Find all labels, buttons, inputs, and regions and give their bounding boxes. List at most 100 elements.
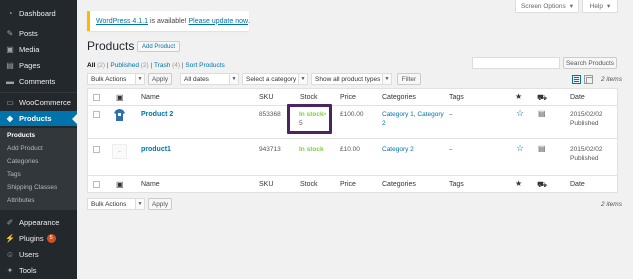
comment-icon: ▬ — [6, 77, 14, 86]
date-cell: 2015/02/02 — [570, 146, 603, 153]
sidebar-item-media[interactable]: ▣ Media — [0, 42, 77, 57]
price-cell: £10.00 — [340, 146, 360, 153]
caret-down-icon: ▾ — [569, 3, 574, 10]
featured-toggle-star-icon[interactable]: ☆ — [516, 143, 524, 154]
products-table: ▣ Name SKU Stock Price Categories Tags ★… — [87, 88, 618, 193]
status-cell: Published — [570, 120, 599, 127]
submenu-tags[interactable]: Tags — [7, 171, 21, 178]
sort-products-link[interactable]: Sort Products — [185, 62, 224, 69]
category-link[interactable]: 2 — [382, 119, 386, 128]
product-2-thumbnail[interactable] — [112, 108, 127, 123]
column-price[interactable]: Price — [340, 181, 356, 188]
excerpt-view-icon[interactable] — [584, 75, 593, 84]
product-placeholder-image[interactable] — [112, 144, 127, 159]
simple-product-icon: ▤ — [538, 109, 546, 118]
chevron-down-icon: ▼ — [135, 74, 144, 84]
wordpress-version-link[interactable]: WordPress 4.1.1 — [96, 18, 148, 25]
sidebar-item-plugins[interactable]: ⚡ Plugins 5 — [0, 231, 77, 246]
product-name-link[interactable]: product1 — [141, 145, 171, 154]
column-sku[interactable]: SKU — [259, 94, 273, 101]
featured-star-icon: ★ — [515, 92, 523, 101]
sidebar-item-comments[interactable]: ▬ Comments — [0, 74, 77, 89]
product-name-link[interactable]: Product 2 — [141, 110, 173, 119]
bulk-actions-select-bottom[interactable]: Bulk Actions ▼ — [87, 198, 145, 210]
column-tags: Tags — [449, 94, 464, 101]
bulk-actions-select[interactable]: Bulk Actions ▼ — [87, 73, 145, 85]
sidebar-item-users[interactable]: ☺ Users — [0, 247, 77, 262]
update-notice: WordPress 4.1.1 is available! Please upd… — [87, 11, 250, 31]
sidebar-item-dashboard[interactable]: ◔ Dashboard — [0, 6, 77, 21]
sidebar-item-posts[interactable]: ✎ Posts — [0, 26, 77, 41]
chevron-down-icon: ▼ — [135, 199, 144, 209]
submenu-attributes[interactable]: Attributes — [7, 197, 34, 204]
caret-down-icon: ▾ — [607, 3, 611, 10]
filter-button[interactable]: Filter — [397, 73, 421, 85]
products-submenu: Products Add Product Categories Tags Shi… — [0, 128, 77, 210]
row-divider — [88, 175, 617, 176]
sidebar-item-woocommerce[interactable]: ▭ WooCommerce — [0, 95, 77, 110]
column-name[interactable]: Name — [141, 181, 160, 188]
help-button[interactable]: Help ▾ — [582, 0, 618, 13]
column-sku[interactable]: SKU — [259, 181, 273, 188]
filter-trash[interactable]: Trash — [154, 62, 170, 69]
column-date[interactable]: Date — [570, 94, 585, 101]
sku-cell: 943713 — [259, 146, 281, 153]
filter-all[interactable]: All — [87, 62, 95, 69]
submenu-shipping-classes[interactable]: Shipping Classes — [7, 184, 57, 191]
woocommerce-icon: ▭ — [6, 98, 14, 107]
stock-highlight-box — [287, 104, 332, 134]
sidebar-item-pages[interactable]: ▤ Pages — [0, 58, 77, 73]
stock-status: In stock — [299, 146, 324, 153]
column-name[interactable]: Name — [141, 94, 160, 101]
featured-toggle-star-icon[interactable]: ☆ — [516, 108, 524, 119]
select-all-checkbox[interactable] — [93, 94, 100, 101]
chevron-down-icon: ▼ — [382, 74, 391, 84]
status-filter-links: All (2) | Published (2) | Trash (4) | So… — [87, 62, 225, 69]
category-link[interactable]: Category 2 — [382, 145, 414, 154]
status-cell: Published — [570, 155, 599, 162]
apply-button[interactable]: Apply — [148, 73, 172, 85]
featured-star-icon: ★ — [515, 179, 523, 188]
users-icon: ☺ — [5, 250, 15, 259]
dates-select[interactable]: All dates ▼ — [180, 73, 239, 85]
submenu-products[interactable]: Products — [7, 132, 35, 139]
sidebar-item-tools[interactable]: ✦ Tools — [0, 263, 77, 278]
image-column-icon: ▣ — [116, 93, 124, 102]
tags-cell: – — [449, 146, 453, 153]
items-count-bottom: 2 items — [601, 201, 622, 208]
column-stock: Stock — [300, 181, 318, 188]
tags-cell: – — [449, 111, 453, 118]
sku-cell: 853368 — [259, 111, 281, 118]
submenu-add-product[interactable]: Add Product — [7, 145, 43, 152]
chevron-down-icon: ▼ — [229, 74, 238, 84]
product-type-select[interactable]: Show all product types ▼ — [311, 73, 392, 85]
apply-button-bottom[interactable]: Apply — [148, 198, 172, 210]
column-categories: Categories — [382, 181, 416, 188]
filter-published[interactable]: Published — [110, 62, 139, 69]
screen-options-button[interactable]: Screen Options ▾ — [515, 0, 579, 13]
search-products-button[interactable]: Search Products — [563, 57, 617, 69]
add-product-button[interactable]: Add Product — [137, 41, 181, 52]
pin-icon: ✎ — [6, 29, 14, 38]
sidebar-item-appearance[interactable]: ✐ Appearance — [0, 215, 77, 230]
brush-icon: ✐ — [6, 218, 14, 227]
chevron-down-icon: ▼ — [298, 74, 307, 84]
list-view-icon[interactable] — [572, 75, 581, 84]
simple-product-icon: ▤ — [538, 144, 546, 153]
select-all-checkbox[interactable] — [93, 181, 100, 188]
column-date[interactable]: Date — [570, 181, 585, 188]
row-checkbox[interactable] — [93, 146, 100, 153]
products-icon: ◈ — [6, 114, 14, 123]
category-select[interactable]: Select a category ▼ — [242, 73, 308, 85]
page-title: Products — [87, 39, 135, 53]
row-checkbox[interactable] — [93, 111, 100, 118]
column-categories: Categories — [382, 94, 416, 101]
image-column-icon: ▣ — [116, 180, 124, 189]
update-now-link[interactable]: Please update now — [188, 18, 248, 25]
sidebar-item-products[interactable]: ◈ Products — [0, 111, 77, 126]
page-icon: ▤ — [6, 61, 14, 70]
submenu-categories[interactable]: Categories — [7, 158, 38, 165]
search-input[interactable] — [472, 57, 560, 69]
column-price[interactable]: Price — [340, 94, 356, 101]
category-link[interactable]: Category 1, Category — [382, 110, 444, 119]
